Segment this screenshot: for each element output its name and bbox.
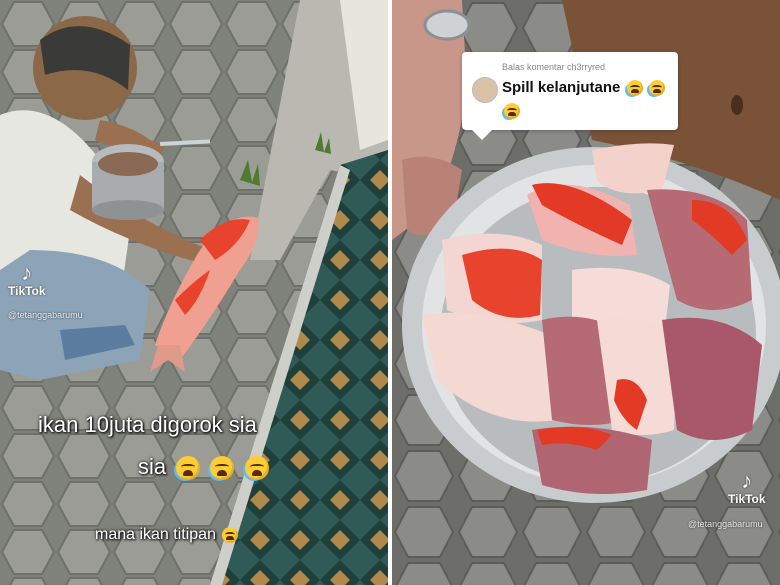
tiktok-handle: @tetanggabarumu <box>8 310 83 320</box>
comment-emoji-row <box>502 102 520 120</box>
tiktok-logo: ♪ TikTok <box>728 468 766 507</box>
crying-laughing-emoji-icon <box>504 102 520 119</box>
subcaption: mana ikan titipan <box>95 526 239 544</box>
crying-laughing-emoji-icon <box>626 80 643 97</box>
subcaption-text: mana ikan titipan <box>95 526 216 543</box>
tiktok-logo-icon: ♪ <box>741 468 753 493</box>
caption-line-2: sia <box>138 452 269 482</box>
tiktok-logo: ♪ TikTok <box>8 260 46 299</box>
commenter-avatar-icon <box>472 77 498 103</box>
tiktok-handle: @tetanggabarumu <box>688 519 763 529</box>
crying-laughing-emoji-icon <box>210 456 235 481</box>
tiktok-brand: TikTok <box>728 492 766 506</box>
caption-line-1: ikan 10juta digorok sia <box>38 412 257 437</box>
crying-laughing-emoji-icon <box>648 80 665 97</box>
tiktok-logo-icon: ♪ <box>21 260 33 285</box>
crying-laughing-emoji-icon <box>244 456 269 481</box>
comment-header: Balas komentar ch3rryred <box>502 62 606 72</box>
comment-text: Spill kelanjutane <box>502 79 665 97</box>
crying-laughing-emoji-icon <box>176 456 201 481</box>
pleading-face-emoji-icon <box>222 526 239 543</box>
reply-comment-bubble: Balas komentar ch3rryred Spill kelanjuta… <box>462 52 678 140</box>
meme-collage: ♪ TikTok @tetanggabarumu ikan 10juta dig… <box>0 0 780 585</box>
left-photo <box>0 0 388 585</box>
tiktok-brand: TikTok <box>8 284 46 298</box>
comment-text-label: Spill kelanjutane <box>502 79 621 96</box>
left-photo-panel: ♪ TikTok @tetanggabarumu ikan 10juta dig… <box>0 0 388 585</box>
caption-line-2-text: sia <box>138 454 167 479</box>
